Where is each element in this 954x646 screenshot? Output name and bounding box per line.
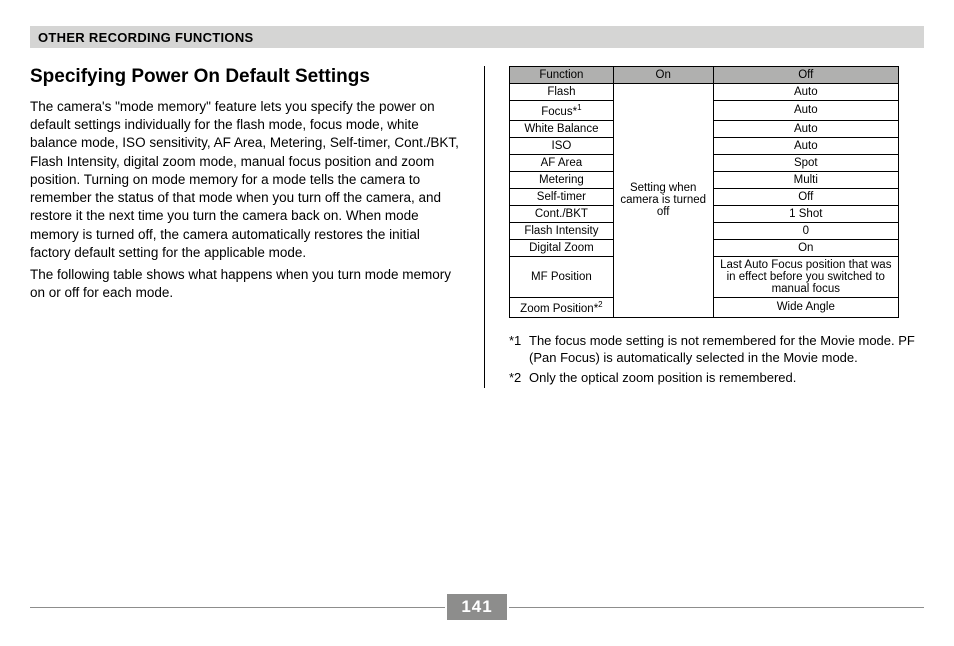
fn-cell: Focus*1 xyxy=(510,101,614,121)
column-separator xyxy=(484,66,485,388)
section-title-bar: OTHER RECORDING FUNCTIONS xyxy=(30,26,924,48)
fn-sup: 1 xyxy=(577,103,581,112)
footnote: *2 Only the optical zoom position is rem… xyxy=(509,369,924,387)
content-columns: Specifying Power On Default Settings The… xyxy=(30,66,924,388)
table-row: Flash Setting when camera is turned off … xyxy=(510,84,899,101)
off-cell: 0 xyxy=(713,222,898,239)
settings-table: Function On Off Flash Setting when camer… xyxy=(509,66,899,318)
off-cell: Auto xyxy=(713,101,898,121)
page-number: 141 xyxy=(447,594,506,620)
table-header-row: Function On Off xyxy=(510,67,899,84)
header-off: Off xyxy=(713,67,898,84)
off-cell: Off xyxy=(713,188,898,205)
off-cell: On xyxy=(713,239,898,256)
fn-cell: Flash xyxy=(510,84,614,101)
fn-sup: 2 xyxy=(598,300,602,309)
footnote-marker: *1 xyxy=(509,332,529,367)
off-cell: Spot xyxy=(713,154,898,171)
footnote: *1 The focus mode setting is not remembe… xyxy=(509,332,924,367)
footnote-text: Only the optical zoom position is rememb… xyxy=(529,369,796,387)
section-title: OTHER RECORDING FUNCTIONS xyxy=(38,30,254,45)
footnotes: *1 The focus mode setting is not remembe… xyxy=(509,332,924,387)
off-cell: Multi xyxy=(713,171,898,188)
fn-cell: AF Area xyxy=(510,154,614,171)
off-cell: Wide Angle xyxy=(713,297,898,317)
page-footer: 141 xyxy=(30,594,924,620)
off-cell: Last Auto Focus position that was in eff… xyxy=(713,256,898,297)
header-function: Function xyxy=(510,67,614,84)
fn-cell: ISO xyxy=(510,137,614,154)
fn-text: Focus xyxy=(541,106,572,118)
right-column: Function On Off Flash Setting when camer… xyxy=(509,66,924,388)
left-column: Specifying Power On Default Settings The… xyxy=(30,66,484,388)
fn-cell: Metering xyxy=(510,171,614,188)
header-on: On xyxy=(613,67,713,84)
off-cell: Auto xyxy=(713,137,898,154)
fn-cell: Digital Zoom xyxy=(510,239,614,256)
on-merged-cell: Setting when camera is turned off xyxy=(613,84,713,318)
fn-cell: Flash Intensity xyxy=(510,222,614,239)
fn-cell: MF Position xyxy=(510,256,614,297)
body-paragraph-2: The following table shows what happens w… xyxy=(30,266,460,302)
footer-rule-left xyxy=(30,607,445,608)
body-paragraph-1: The camera's "mode memory" feature lets … xyxy=(30,98,460,262)
fn-cell: Zoom Position*2 xyxy=(510,297,614,317)
footnote-marker: *2 xyxy=(509,369,529,387)
fn-text: Zoom Position xyxy=(520,303,594,315)
page-heading: Specifying Power On Default Settings xyxy=(30,66,460,88)
off-cell: Auto xyxy=(713,120,898,137)
page: OTHER RECORDING FUNCTIONS Specifying Pow… xyxy=(0,0,954,646)
fn-cell: White Balance xyxy=(510,120,614,137)
off-cell: 1 Shot xyxy=(713,205,898,222)
off-cell: Auto xyxy=(713,84,898,101)
fn-cell: Self-timer xyxy=(510,188,614,205)
fn-cell: Cont./BKT xyxy=(510,205,614,222)
footnote-text: The focus mode setting is not remembered… xyxy=(529,332,924,367)
footer-rule-right xyxy=(509,607,924,608)
